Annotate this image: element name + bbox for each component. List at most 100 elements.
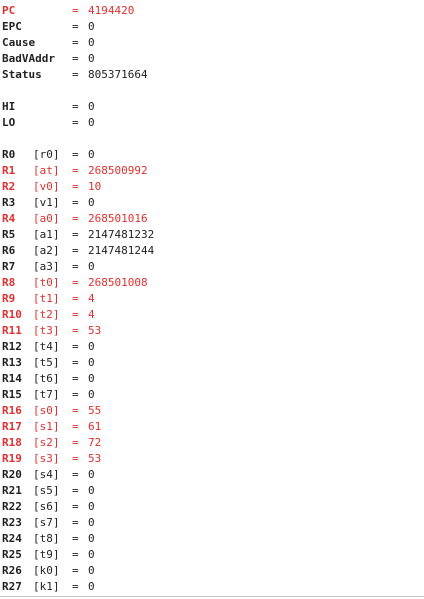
register-alias: [s2] [33,436,60,449]
equals-sign: = [72,436,79,449]
register-alias: [t0] [33,276,60,289]
register-name: R21 [2,484,22,497]
register-name: R16 [2,404,22,417]
register-row-r0: R0 [r0] = 0 [2,147,154,163]
equals-sign: = [72,212,79,225]
register-row-badvaddr: BadVAddr = 0 [2,51,154,67]
register-value: 53 [88,324,102,337]
register-value: 2147481244 [88,244,155,257]
register-row-r11: R11 [t3] = 53 [2,323,154,339]
register-value: 0 [88,356,95,369]
register-row-r19: R19 [s3] = 53 [2,451,154,467]
register-name: R20 [2,468,22,481]
register-value: 0 [88,580,95,593]
register-row-r8: R8 [t0] = 268501008 [2,275,154,291]
register-value: 0 [88,100,95,113]
register-alias: [a3] [33,260,60,273]
register-name: R22 [2,500,22,513]
register-alias: [t1] [33,292,60,305]
register-name: R9 [2,292,16,305]
register-alias: [s6] [33,500,60,513]
register-alias: [s0] [33,404,60,417]
equals-sign: = [72,484,79,497]
equals-sign: = [72,36,79,49]
register-name: R10 [2,308,22,321]
register-value: 0 [88,468,95,481]
register-row-pc: PC = 4194420 [2,3,154,19]
register-value: 0 [88,548,95,561]
register-value: 0 [88,20,95,33]
register-value: 72 [88,436,102,449]
register-alias: [t9] [33,548,60,561]
register-alias: [t4] [33,340,60,353]
register-alias: [k1] [33,580,60,593]
equals-sign: = [72,372,79,385]
register-alias: [s3] [33,452,60,465]
register-row-r17: R17 [s1] = 61 [2,419,154,435]
equals-sign: = [72,292,79,305]
register-row-r26: R26 [k0] = 0 [2,563,154,579]
equals-sign: = [72,500,79,513]
register-value: 0 [88,340,95,353]
register-value: 268501016 [88,212,148,225]
register-row-r22: R22 [s6] = 0 [2,499,154,515]
bottom-divider [0,596,424,597]
register-row-r14: R14 [t6] = 0 [2,371,154,387]
register-row-r23: R23 [s7] = 0 [2,515,154,531]
register-name: R26 [2,564,22,577]
register-value: 0 [88,372,95,385]
register-value: 0 [88,116,95,129]
equals-sign: = [72,532,79,545]
register-name: R12 [2,340,22,353]
register-value: 0 [88,516,95,529]
register-name: R25 [2,548,22,561]
register-alias: [t7] [33,388,60,401]
register-name: Status [2,68,42,81]
register-alias: [t5] [33,356,60,369]
register-row-epc: EPC = 0 [2,19,154,35]
register-value: 0 [88,52,95,65]
register-value: 0 [88,260,95,273]
register-row-r3: R3 [v1] = 0 [2,195,154,211]
register-alias: [t2] [33,308,60,321]
register-alias: [t6] [33,372,60,385]
register-value: 53 [88,452,102,465]
register-row-r21: R21 [s5] = 0 [2,483,154,499]
register-name: R0 [2,148,16,161]
register-row-r4: R4 [a0] = 268501016 [2,211,154,227]
register-name: R7 [2,260,16,273]
equals-sign: = [72,388,79,401]
general-register-list: R0 [r0] = 0 R1 [at] = 268500992 R2 [v0] = 10 R3 [v1] =… [2,147,154,595]
register-row-r5: R5 [a1] = 2147481232 [2,227,154,243]
register-name: R15 [2,388,22,401]
register-value: 55 [88,404,102,417]
equals-sign: = [72,180,79,193]
register-alias: [a0] [33,212,60,225]
register-value: 805371664 [88,68,148,81]
register-alias: [t3] [33,324,60,337]
register-value: 0 [88,36,95,49]
register-name: R14 [2,372,22,385]
register-row-r16: R16 [s0] = 55 [2,403,154,419]
register-name: R4 [2,212,16,225]
equals-sign: = [72,164,79,177]
equals-sign: = [72,356,79,369]
register-row-r18: R18 [s2] = 72 [2,435,154,451]
register-name: HI [2,100,16,113]
equals-sign: = [72,340,79,353]
equals-sign: = [72,260,79,273]
register-value: 0 [88,388,95,401]
register-value: 0 [88,532,95,545]
register-row-lo: LO = 0 [2,115,154,131]
register-row-r9: R9 [t1] = 4 [2,291,154,307]
register-value: 10 [88,180,102,193]
equals-sign: = [72,420,79,433]
register-value: 0 [88,196,95,209]
register-alias: [s4] [33,468,60,481]
register-row-r6: R6 [a2] = 2147481244 [2,243,154,259]
register-row-r25: R25 [t9] = 0 [2,547,154,563]
equals-sign: = [72,20,79,33]
register-name: R17 [2,420,22,433]
register-name: R2 [2,180,16,193]
equals-sign: = [72,52,79,65]
